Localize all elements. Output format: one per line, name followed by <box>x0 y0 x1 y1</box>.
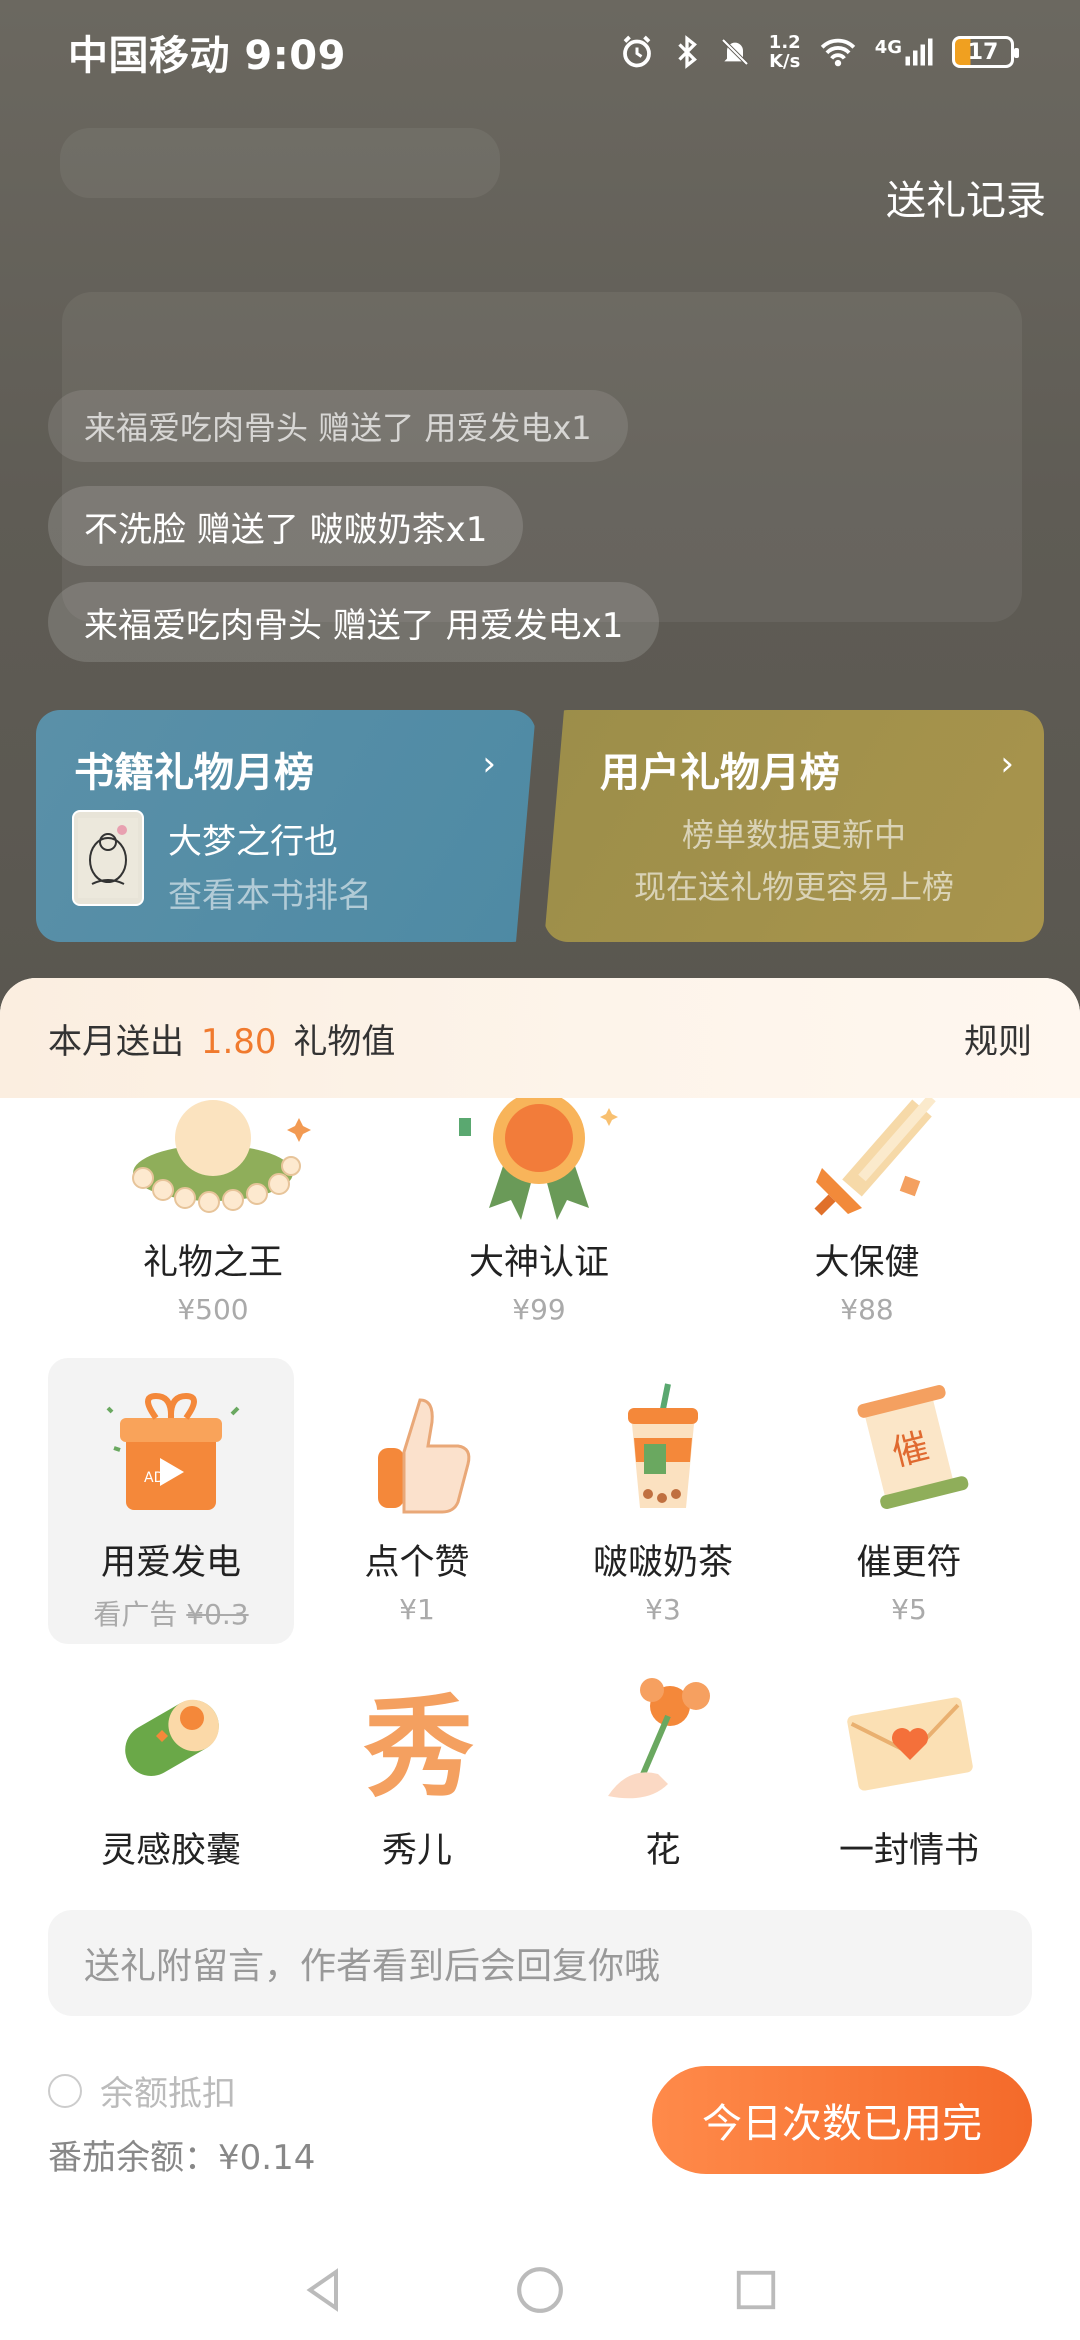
network-type: 4G <box>874 37 902 58</box>
sent-value: 1.80 <box>200 1021 277 1062</box>
sheet-header: 本月送出 1.80 礼物值 规则 <box>0 978 1080 1098</box>
chevron-right-icon: › <box>1000 744 1014 784</box>
flower-icon <box>588 1666 738 1816</box>
barrage-message: 来福爱吃肉骨头 赠送了 用爱发电x1 <box>48 390 628 462</box>
ad-price-prefix: 看广告 <box>93 1598 178 1631</box>
medal-icon <box>439 1098 639 1228</box>
gift-price: ¥99 <box>512 1293 566 1326</box>
gift-price: ¥3 <box>645 1593 681 1626</box>
balance-deduct-label: 余额抵扣 <box>100 2074 236 2114</box>
home-circle-icon[interactable] <box>512 2262 568 2318</box>
mute-bell-icon <box>719 34 751 70</box>
gift-item[interactable]: 大神认证 ¥99 <box>416 1098 662 1344</box>
gift-message-input[interactable]: 送礼附留言，作者看到后会回复你哦 <box>48 1910 1032 2016</box>
svg-text:AD: AD <box>144 1470 164 1486</box>
gift-item[interactable]: 花 <box>540 1646 786 1868</box>
rules-link[interactable]: 规则 <box>964 1014 1032 1063</box>
gift-price: ¥1 <box>399 1593 435 1626</box>
sent-prefix: 本月送出 <box>48 1021 184 1062</box>
gift-item[interactable]: 大保健 ¥88 <box>744 1098 990 1344</box>
bluetooth-icon <box>673 34 701 70</box>
rank-updating-text: 榜单数据更新中 <box>681 816 906 854</box>
gift-name: 催更符 <box>856 1543 962 1583</box>
gift-name: 点个赞 <box>364 1543 470 1583</box>
user-gift-rank-card[interactable]: 用户礼物月榜 › 榜单数据更新中 现在送礼物更容易上榜 <box>544 710 1044 942</box>
thumbs-up-icon <box>342 1378 492 1528</box>
capsule-icon <box>96 1666 246 1816</box>
scroll-talisman-icon: 催 <box>834 1378 984 1528</box>
gift-price: ¥88 <box>840 1293 894 1326</box>
book-cover-thumbnail <box>72 810 144 906</box>
wifi-icon <box>819 36 857 68</box>
network-speed: 1.2 K/s <box>769 33 801 71</box>
gift-name: 大神认证 <box>468 1243 609 1283</box>
gift-name: 一封情书 <box>838 1831 979 1868</box>
gift-name: 用爱发电 <box>100 1543 241 1583</box>
barrage-message: 来福爱吃肉骨头 赠送了 用爱发电x1 <box>48 582 660 662</box>
radio-button[interactable] <box>48 2073 82 2108</box>
tomato-balance: 番茄余额：¥0.14 <box>48 2138 316 2178</box>
user-rank-title: 用户礼物月榜 <box>600 750 840 796</box>
xiu-character-icon: 秀 <box>342 1666 492 1816</box>
book-gift-rank-card[interactable]: 书籍礼物月榜 › 大梦之行也 查看本书排名 <box>36 710 536 942</box>
ad-giftbox-icon: AD <box>96 1378 246 1528</box>
gift-name: 花 <box>645 1831 681 1868</box>
gift-record-link[interactable]: 送礼记录 <box>886 168 1046 226</box>
gift-item[interactable]: 礼物之王 ¥500 <box>90 1098 336 1344</box>
gift-name: 礼物之王 <box>142 1243 283 1283</box>
carrier-time: 中国移动 9:09 <box>68 33 346 79</box>
book-rank-title: 书籍礼物月榜 <box>74 750 314 796</box>
status-bar: 中国移动 9:09 1.2 K/s 4G 17 <box>0 0 1080 104</box>
sent-suffix: 礼物值 <box>293 1021 396 1062</box>
sword-icon <box>792 1098 942 1228</box>
svg-text:秀: 秀 <box>363 1684 474 1812</box>
gift-item-selected[interactable]: AD 用爱发电 看广告 ¥0.3 <box>48 1358 294 1644</box>
gift-item[interactable]: 点个赞 ¥1 <box>294 1358 540 1644</box>
cellular-signal-icon: 4G <box>875 37 934 67</box>
gift-item[interactable]: 啵啵奶茶 ¥3 <box>540 1358 786 1644</box>
original-price: ¥0.3 <box>186 1598 249 1631</box>
gift-price: ¥5 <box>891 1593 927 1626</box>
bubble-tea-icon <box>588 1378 738 1528</box>
gift-name: 灵感胶囊 <box>100 1831 241 1868</box>
monthly-gift-value: 本月送出 1.80 礼物值 <box>48 1014 395 1063</box>
pearl-crown-icon <box>103 1098 323 1228</box>
gift-item[interactable]: 灵感胶囊 <box>48 1646 294 1868</box>
gift-name: 大保健 <box>814 1243 920 1283</box>
battery-indicator: 17 <box>952 36 1019 68</box>
balance-deduct-option[interactable]: 余额抵扣 <box>48 2066 236 2115</box>
speed-unit: K/s <box>769 51 801 72</box>
gift-grid: 礼物之王 ¥500 大神认证 ¥99 大保健 ¥88 AD 用爱发电 看广告 ¥… <box>0 1098 1080 1868</box>
view-book-rank-link[interactable]: 查看本书排名 <box>168 868 372 917</box>
alarm-icon <box>619 34 655 70</box>
love-letter-icon <box>834 1666 984 1816</box>
rank-hint-text: 现在送礼物更容易上榜 <box>633 868 954 906</box>
gift-price: ¥500 <box>177 1293 249 1326</box>
back-triangle-icon[interactable] <box>296 2262 352 2318</box>
speed-value: 1.2 <box>768 32 801 53</box>
system-nav-bar <box>0 2240 1080 2340</box>
gift-item[interactable]: 秀 秀儿 <box>294 1646 540 1868</box>
gift-item[interactable]: 一封情书 <box>786 1646 1032 1868</box>
barrage-message: 不洗脸 赠送了 啵啵奶茶x1 <box>48 486 524 566</box>
gift-name: 秀儿 <box>381 1831 452 1868</box>
book-name: 大梦之行也 <box>168 822 338 862</box>
gift-name: 啵啵奶茶 <box>592 1543 733 1583</box>
gift-item[interactable]: 催 催更符 ¥5 <box>786 1358 1032 1644</box>
send-gift-button[interactable]: 今日次数已用完 <box>652 2066 1032 2174</box>
recent-apps-square-icon[interactable] <box>728 2262 784 2318</box>
chevron-right-icon: › <box>482 744 496 784</box>
gift-price: 看广告 ¥0.3 <box>93 1593 248 1633</box>
